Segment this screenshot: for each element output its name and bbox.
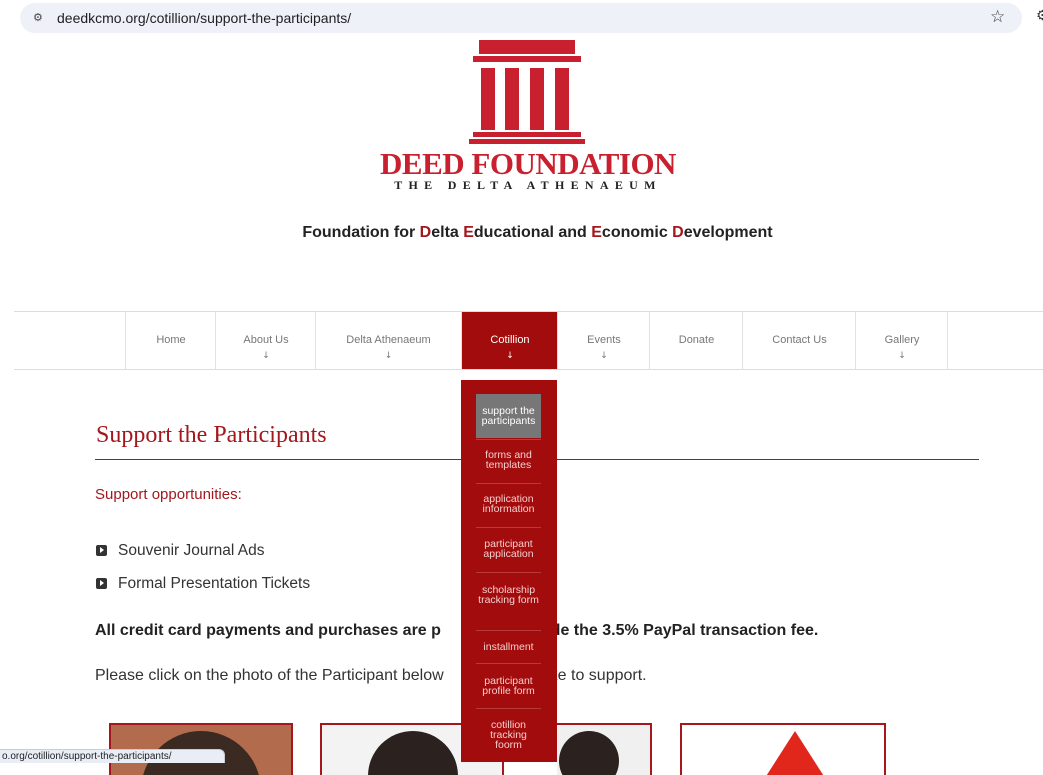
nav-label: Home: [156, 334, 186, 346]
arrow-down-icon: ↓: [262, 351, 270, 361]
instruction-text: Please click on the photo of the Partici…: [95, 667, 647, 685]
dropdown-item-installment[interactable]: installment: [476, 642, 541, 653]
notice-text-left: All credit card payments and purchases a…: [95, 622, 441, 639]
participant-portrait: [368, 731, 458, 775]
tagline-text: Foundation for: [302, 224, 420, 241]
nav-item-events[interactable]: Events ↓: [557, 312, 650, 369]
dropdown-item-scholarship-tracking-form[interactable]: scholarship tracking form: [476, 585, 541, 606]
tagline-letter-d: D: [419, 224, 432, 241]
participant-photo[interactable]: [557, 723, 652, 775]
dropdown-item-participant-application[interactable]: participant application: [476, 539, 541, 560]
bullet-icon: [96, 578, 107, 589]
nav-divider: [947, 312, 948, 369]
tagline-text: elta: [431, 224, 464, 241]
nav-label: Cotillion: [490, 334, 530, 346]
tagline-letter-e: E: [463, 224, 474, 241]
dropdown-item-cotillion-tracking-form[interactable]: cotillion tracking foorm: [476, 720, 541, 751]
nav-item-gallery[interactable]: Gallery ↓: [855, 312, 948, 369]
nav-label: Delta Athenaeum: [346, 334, 431, 346]
list-item-label: Formal Presentation Tickets: [118, 575, 311, 592]
nav-label: Gallery: [884, 334, 920, 346]
tagline-letter-e: E: [591, 224, 602, 241]
list-item-label: Souvenir Journal Ads: [118, 542, 265, 559]
nav-item-cotillion[interactable]: Cotillion ↓: [461, 312, 558, 369]
arrow-down-icon: ↓: [600, 351, 608, 361]
nav-item-home[interactable]: Home: [125, 312, 216, 369]
arrow-down-icon: ↓: [898, 351, 906, 361]
participant-photo-placeholder[interactable]: [680, 723, 886, 775]
bullet-icon: [96, 545, 107, 556]
dropdown-divider: [476, 527, 541, 528]
instruction-text-left: Please click on the photo of the Partici…: [95, 667, 444, 684]
logo-title: DEED FOUNDATION: [380, 146, 676, 181]
nav-label: Contact Us: [772, 334, 827, 346]
dropdown-divider: [476, 708, 541, 709]
nav-item-contact-us[interactable]: Contact Us: [742, 312, 856, 369]
nav-item-donate[interactable]: Donate: [649, 312, 743, 369]
nav-label: Events: [587, 334, 621, 346]
paypal-fee-notice: All credit card payments and purchases a…: [95, 622, 818, 640]
dropdown-item-application-information[interactable]: application information: [476, 494, 541, 515]
triangle-logo-icon: [763, 731, 827, 775]
page-title: Support the Participants: [96, 422, 327, 448]
main-nav: Home About Us ↓ Delta Athenaeum ↓ Cotill…: [14, 311, 1043, 370]
dropdown-divider: [476, 483, 541, 484]
site-settings-icon[interactable]: ⚙: [33, 11, 47, 25]
url-text[interactable]: deedkcmo.org/cotillion/support-the-parti…: [57, 10, 351, 26]
support-opportunities-heading: Support opportunities:: [95, 486, 242, 503]
dropdown-item-support-the-participants[interactable]: support the participants: [476, 394, 541, 438]
dropdown-divider: [476, 439, 541, 440]
tagline-text: evelopment: [683, 224, 773, 241]
dropdown-divider: [476, 663, 541, 664]
dropdown-divider: [476, 572, 541, 573]
arrow-down-icon: ↓: [506, 351, 514, 361]
nav-label: Donate: [678, 334, 715, 346]
list-item: Souvenir Journal Ads: [96, 541, 310, 574]
notice-text-right: ude the 3.5% PayPal transaction fee.: [540, 622, 819, 639]
tagline: Foundation for Delta Educational and Eco…: [0, 224, 1043, 242]
logo-subtitle: THE DELTA ATHENAEUM: [394, 178, 662, 192]
dropdown-divider: [476, 630, 541, 631]
tagline-text: conomic: [601, 224, 673, 241]
participant-portrait: [559, 731, 619, 775]
arrow-down-icon: ↓: [384, 351, 393, 361]
tagline-text: ducational and: [473, 224, 592, 241]
address-bar[interactable]: ⚙ deedkcmo.org/cotillion/support-the-par…: [20, 3, 1022, 33]
dropdown-item-participant-profile-form[interactable]: participant profile form: [476, 676, 541, 697]
extensions-icon[interactable]: ⚙: [1036, 8, 1043, 24]
nav-item-about-us[interactable]: About Us ↓: [215, 312, 316, 369]
link-status-bar: o.org/cotillion/support-the-participants…: [0, 749, 225, 763]
support-list: Souvenir Journal Ads Formal Presentation…: [96, 541, 310, 607]
tagline-letter-d: D: [672, 224, 684, 241]
deed-foundation-logo-columns[interactable]: [467, 40, 587, 160]
dropdown-item-forms-and-templates[interactable]: forms and templates: [476, 450, 541, 471]
list-item: Formal Presentation Tickets: [96, 574, 310, 607]
nav-item-delta-athenaeum[interactable]: Delta Athenaeum ↓: [315, 312, 461, 369]
bookmark-star-icon[interactable]: ☆: [990, 7, 1005, 27]
instruction-text-right: ke to support.: [549, 667, 647, 684]
nav-label: About Us: [243, 334, 289, 346]
cotillion-dropdown-menu: support the participants forms and templ…: [461, 380, 557, 762]
